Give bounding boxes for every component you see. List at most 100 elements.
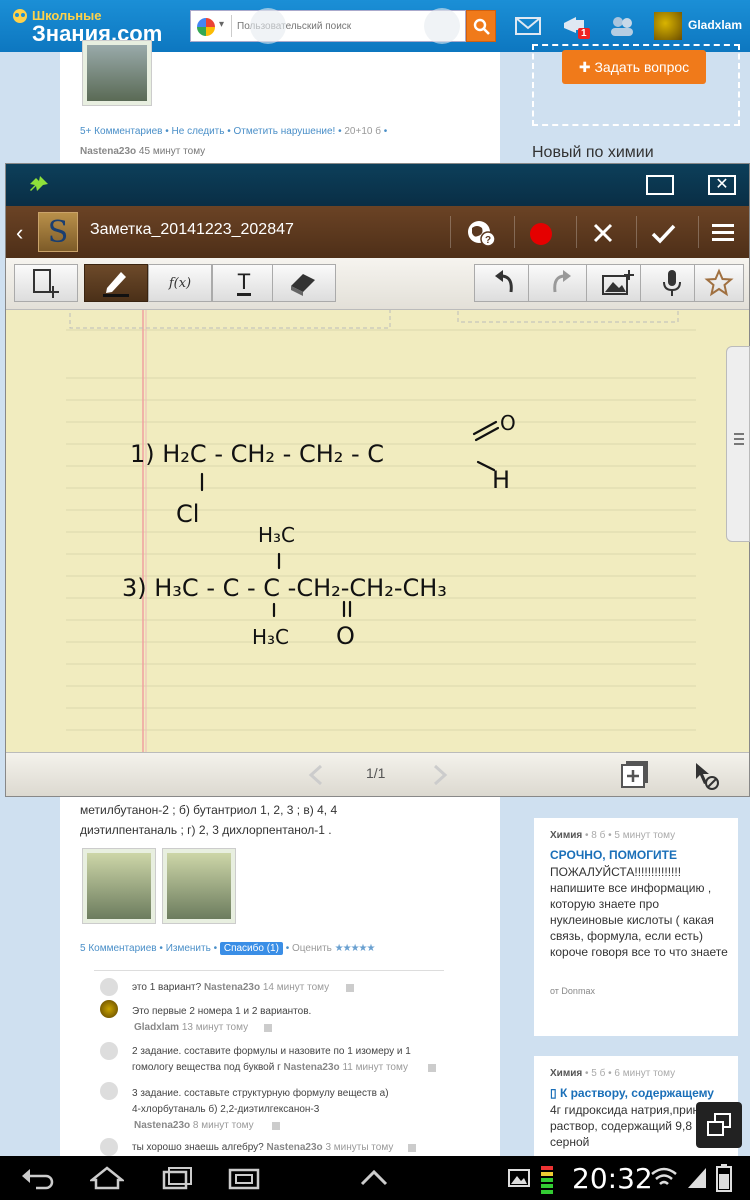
menu-icon[interactable] (708, 218, 738, 248)
google-icon[interactable] (197, 18, 215, 36)
post-time: 45 минут тому (138, 146, 206, 157)
handwriting-chlorine: Cl (176, 500, 199, 528)
comment: Это первые 2 номера 1 и 2 вариантов. (132, 1006, 312, 1017)
note-canvas[interactable]: 1) H₂C - CH₂ - CH₂ - C Cl O H H₃C 3) H₃C… (6, 310, 749, 752)
report-link[interactable]: Отметить нарушение! (234, 126, 336, 137)
floating-key-icon[interactable] (250, 8, 286, 44)
question-actions: 5 Комментариев • Изменить • Спасибо (1) … (80, 942, 376, 955)
back-icon[interactable]: ‹ (16, 220, 23, 246)
card-category[interactable]: Химия (550, 1068, 582, 1079)
next-page-icon[interactable] (430, 763, 450, 787)
note-header: ‹ S Заметка_20141223_202847 ? (6, 206, 749, 258)
comment-line-2: гомологу вещества под буквой г Nastena23… (132, 1062, 408, 1073)
subject-box (69, 310, 391, 329)
card-author[interactable]: от Donmax (550, 986, 595, 996)
clock[interactable]: 20:32 (572, 1162, 653, 1195)
report-flag-icon[interactable] (408, 1144, 416, 1152)
search-button[interactable] (466, 10, 496, 42)
friends-icon[interactable] (608, 14, 636, 38)
username[interactable]: Gladxlam (688, 18, 742, 32)
checkmark-icon[interactable] (648, 218, 678, 248)
svg-text:?: ? (485, 235, 491, 246)
card-title[interactable]: СРОЧНО, ПОМОГИТЕ (550, 848, 677, 862)
comments-link[interactable]: 5 Комментариев (80, 943, 157, 954)
avatar[interactable] (654, 12, 682, 40)
handwriting-line-2: 3) H₃C - C - C -CH₂-CH₂-CH₃ (122, 574, 447, 602)
microphone-icon (663, 270, 681, 296)
post-author-line: Nastena23o 45 минут тому (80, 146, 205, 157)
multi-window-button[interactable] (696, 1102, 742, 1148)
post-meta: 5+ Комментариев • Не следить • Отметить … (80, 126, 388, 137)
handwriting-line-1: 1) H₂C - CH₂ - CH₂ - C (130, 440, 384, 468)
mail-icon[interactable] (514, 14, 542, 38)
report-flag-icon[interactable] (272, 1122, 280, 1130)
prev-page-icon[interactable] (306, 763, 326, 787)
note-title[interactable]: Заметка_20141223_202847 (90, 221, 294, 239)
maximize-button[interactable] (646, 175, 674, 195)
edit-link[interactable]: Изменить (166, 943, 211, 954)
handwriting-hydrogen: H (492, 466, 510, 494)
screenshot-icon[interactable] (228, 1168, 260, 1190)
rating-stars[interactable]: ★★★★★ (335, 943, 376, 954)
pen-icon (103, 272, 129, 297)
avatar (100, 978, 118, 996)
floating-bulb-icon[interactable] (424, 8, 460, 44)
rate-label: Оценить (292, 943, 332, 954)
home-icon[interactable] (90, 1166, 124, 1190)
window-titlebar[interactable]: ✕ (6, 164, 749, 206)
avatar (100, 1000, 118, 1018)
ask-question-label: Задать вопрос (594, 59, 690, 75)
report-flag-icon[interactable] (428, 1064, 436, 1072)
page-add-tool[interactable] (14, 264, 78, 302)
divider (576, 216, 577, 248)
divider (698, 216, 699, 248)
back-icon[interactable] (20, 1166, 54, 1190)
notification-badge: 1 (578, 28, 590, 39)
pin-icon[interactable] (28, 174, 50, 196)
card-category[interactable]: Химия (550, 830, 582, 841)
report-flag-icon[interactable] (264, 1024, 272, 1032)
eraser-icon (291, 274, 315, 296)
post-author[interactable]: Nastena23o (80, 146, 136, 157)
redo-button[interactable] (528, 264, 592, 302)
wifi-icon (651, 1167, 677, 1185)
toolbar: f(x) T (6, 258, 749, 310)
card-title[interactable]: ▯ К раствору, содержащему (550, 1086, 714, 1100)
avatar (100, 1082, 118, 1100)
sidebar-question-card[interactable]: Химия • 8 б • 5 минут тому СРОЧНО, ПОМОГ… (534, 818, 738, 1036)
recent-apps-icon[interactable] (160, 1166, 194, 1190)
pen-tool[interactable] (84, 264, 148, 302)
system-navigation-bar: 20:32 (0, 1156, 750, 1200)
gallery-notification-icon[interactable] (508, 1168, 530, 1188)
date-box (457, 310, 679, 323)
side-scroll-handle[interactable] (726, 346, 750, 542)
eraser-tool[interactable] (272, 264, 336, 302)
owl-logo-icon (13, 9, 27, 23)
cancel-icon[interactable] (588, 218, 618, 248)
chevron-down-icon[interactable]: ▾ (219, 19, 224, 30)
favorite-button[interactable] (694, 264, 744, 302)
globe-help-icon[interactable]: ? (466, 218, 496, 248)
attachment-thumbnail[interactable] (82, 848, 156, 924)
comment: 3 задание. составьте структурную формулу… (132, 1088, 389, 1099)
snote-window: ✕ ‹ S Заметка_20141223_202847 ? f(x) T 1… (5, 163, 750, 797)
add-page-icon[interactable] (620, 759, 650, 789)
comment-author-line: Nastena23o 8 минут тому (134, 1120, 254, 1131)
card-body: ПОЖАЛУЙСТА!!!!!!!!!!!!!! напишите все ин… (550, 865, 728, 959)
page-add-icon (33, 269, 59, 298)
chevron-up-icon[interactable] (358, 1168, 390, 1188)
text-tool[interactable]: T (212, 264, 276, 302)
record-button[interactable] (530, 223, 552, 245)
close-window-button[interactable]: ✕ (708, 175, 736, 195)
card-meta: Химия • 5 б • 6 минут тому (550, 1068, 676, 1079)
comments-link[interactable]: 5+ Комментариев (80, 126, 162, 137)
pen-only-mode-icon[interactable] (686, 757, 720, 791)
attachment-thumbnail[interactable] (82, 40, 152, 106)
report-flag-icon[interactable] (346, 984, 354, 992)
attachment-thumbnail[interactable] (162, 848, 236, 924)
ask-question-button[interactable]: ✚ Задать вопрос (562, 50, 706, 84)
thanks-button[interactable]: Спасибо (1) (219, 942, 283, 955)
formula-tool[interactable]: f(x) (148, 264, 212, 302)
star-icon (704, 268, 734, 297)
unfollow-link[interactable]: Не следить (172, 126, 225, 137)
